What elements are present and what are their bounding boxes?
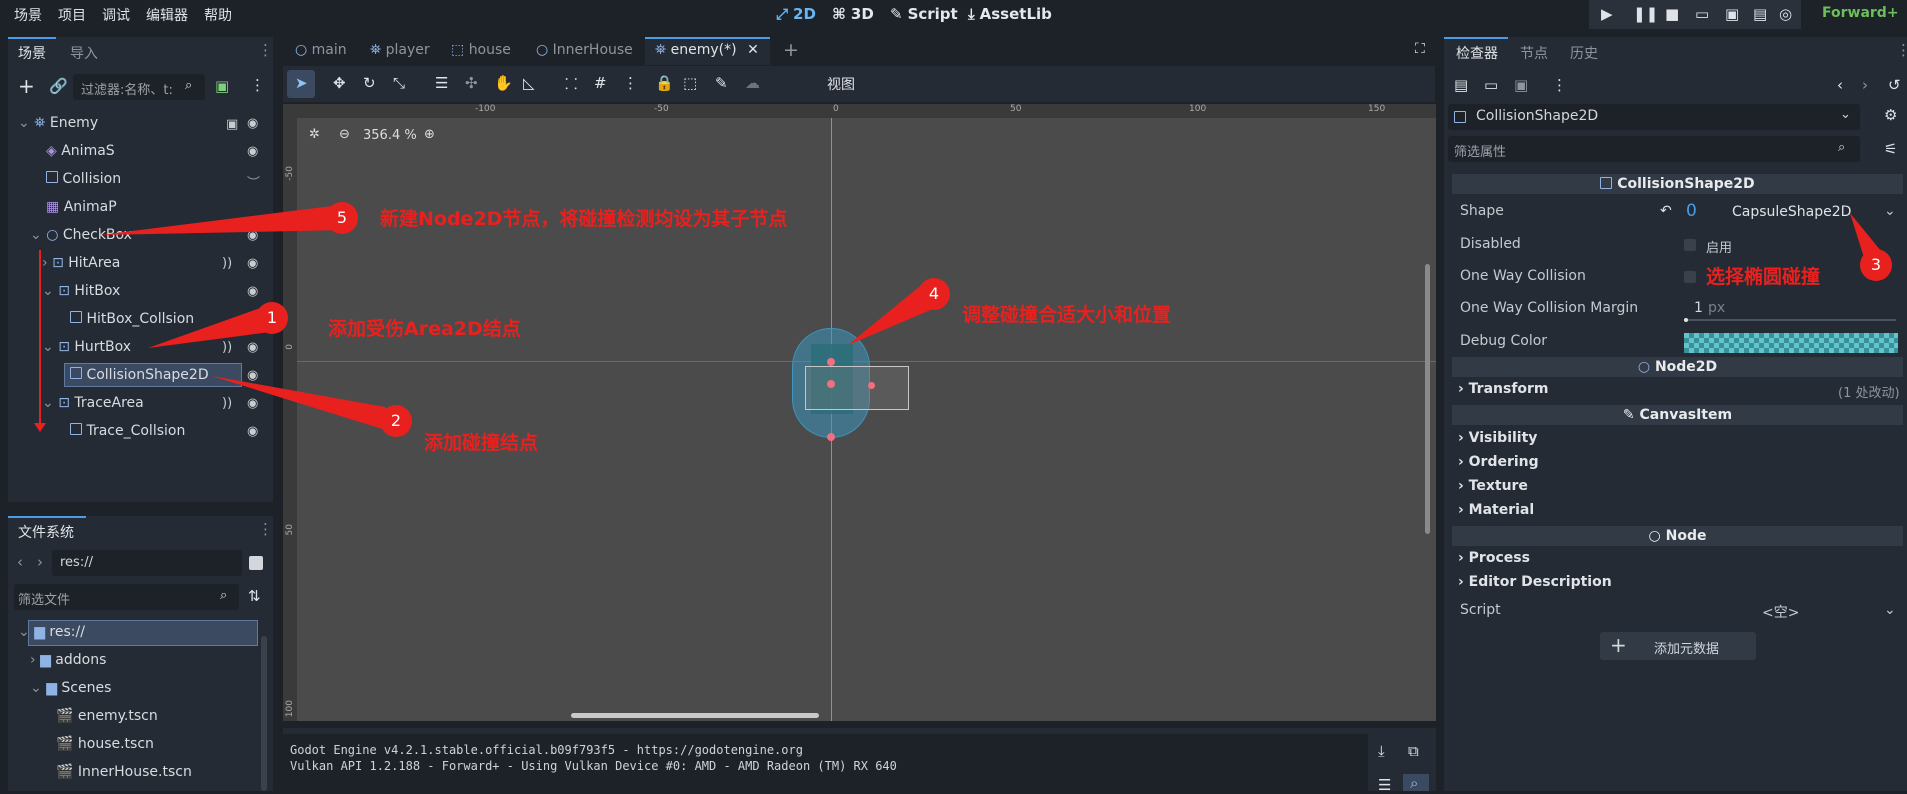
annotation-text-3: 选择椭圆碰撞 xyxy=(1706,266,1821,288)
red-arrowhead xyxy=(34,423,46,432)
annotation-wedge-2 xyxy=(212,376,392,432)
annotation-arrows xyxy=(34,202,1892,437)
annotation-number-2: 2 xyxy=(390,411,402,430)
annotation-wedge-5 xyxy=(100,205,345,235)
annotation-text-4: 调整碰撞合适大小和位置 xyxy=(962,304,1172,326)
annotation-number-3: 3 xyxy=(1870,255,1882,274)
annotation-number-4: 4 xyxy=(928,284,940,303)
annotation-number-1: 1 xyxy=(266,308,278,327)
annotation-text-2: 添加碰撞结点 xyxy=(424,432,539,454)
annotation-text-1: 添加受伤Area2D结点 xyxy=(328,318,521,340)
annotation-text-5: 新建Node2D节点，将碰撞检测均设为其子节点 xyxy=(380,208,788,230)
annotation-number-5: 5 xyxy=(336,208,348,227)
